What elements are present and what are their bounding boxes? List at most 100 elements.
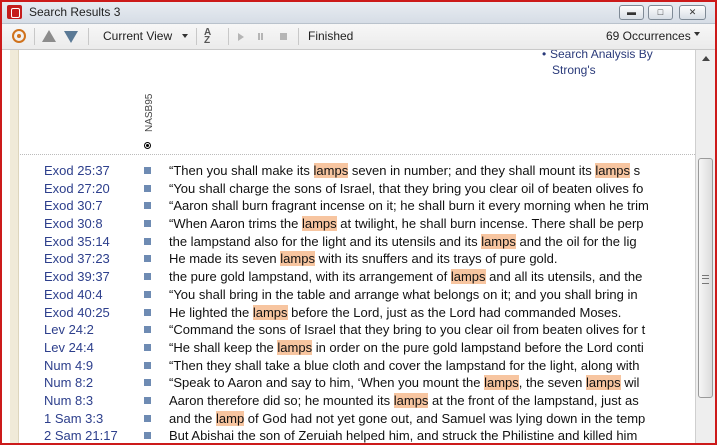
search-hit: lamps	[313, 163, 349, 178]
vertical-scrollbar[interactable]	[695, 50, 715, 443]
result-row[interactable]: Exod 30:8 “When Aaron trims the lamps at …	[2, 215, 695, 233]
verse-text[interactable]: “Then they shall take a blue cloth and c…	[169, 357, 639, 375]
verse-reference[interactable]: Exod 35:14	[44, 233, 110, 251]
verse-text[interactable]: and the lamp of God had not yet gone out…	[169, 410, 645, 428]
verse-text[interactable]: “Aaron shall burn fragrant incense on it…	[169, 197, 649, 215]
version-marker-icon	[144, 432, 151, 440]
result-row[interactable]: Exod 40:4 “You shall bring in the table a…	[2, 286, 695, 304]
verse-reference[interactable]: Exod 40:25	[44, 304, 110, 322]
result-row[interactable]: Exod 40:25 He lighted the lamps before th…	[2, 304, 695, 322]
search-hit: lamps	[277, 339, 313, 355]
version-marker-icon	[144, 273, 151, 281]
version-marker-icon	[144, 184, 151, 192]
verse-text[interactable]: the pure gold lampstand, with its arrang…	[169, 268, 642, 286]
verse-text[interactable]: “He shall keep the lamps in order on the…	[169, 339, 644, 357]
verse-reference[interactable]: Lev 24:4	[44, 339, 94, 357]
maximize-button[interactable]: □	[648, 5, 673, 20]
verse-text[interactable]: “When Aaron trims the lamps at twilight,…	[169, 215, 644, 233]
result-row[interactable]: Num 8:2 “Speak to Aaron and say to him, ‘…	[2, 374, 695, 392]
verse-segment: He made its seven	[169, 251, 281, 267]
verse-text[interactable]: He made its seven lamps with its snuffer…	[169, 250, 558, 268]
version-marker-icon	[144, 167, 151, 174]
verse-reference[interactable]: Exod 40:4	[44, 286, 103, 304]
verse-segment: in order on the pure gold lampstand befo…	[312, 339, 644, 355]
arrow-up-icon[interactable]	[42, 30, 56, 42]
search-hit: lamps	[585, 375, 621, 391]
verse-reference[interactable]: Num 4:9	[44, 357, 93, 375]
result-row[interactable]: Exod 25:37 “Then you shall make its lamps…	[2, 162, 695, 180]
verse-segment: wil	[620, 375, 640, 391]
result-row[interactable]: Lev 24:4 “He shall keep the lamps in orde…	[2, 339, 695, 357]
verse-text[interactable]: Aaron therefore did so; he mounted its l…	[169, 392, 639, 410]
bullet-icon: •	[542, 50, 547, 61]
version-column-header[interactable]: NASB95	[144, 94, 155, 132]
gear-icon[interactable]	[12, 29, 26, 43]
verse-reference[interactable]: 2 Sam 21:17	[44, 427, 118, 443]
result-row[interactable]: Lev 24:2 “Command the sons of Israel that…	[2, 321, 695, 339]
verse-text[interactable]: the lampstand also for the light and its…	[169, 233, 637, 251]
version-marker-icon	[144, 308, 151, 316]
result-row[interactable]: Num 4:9 “Then they shall take a blue clot…	[2, 357, 695, 375]
title-bar[interactable]: Search Results 3 ▬ □ ✕	[2, 2, 715, 24]
scrollbar-thumb[interactable]	[698, 158, 713, 398]
search-hit: lamp	[216, 410, 245, 426]
verse-segment: of God had not yet gone out, and Samuel …	[244, 410, 646, 426]
play-icon[interactable]	[238, 33, 244, 41]
version-marker-icon	[144, 255, 151, 263]
result-row[interactable]: Exod 30:7 “Aaron shall burn fragrant ince…	[2, 197, 695, 215]
toolbar-divider	[88, 28, 89, 45]
verse-text[interactable]: “Command the sons of Israel that they br…	[169, 321, 645, 339]
current-view-dropdown[interactable]: Current View	[103, 28, 172, 45]
verse-segment: He lighted the	[169, 304, 253, 320]
verse-segment: the pure gold lampstand, with its arrang…	[169, 269, 451, 285]
sort-az-icon[interactable]: A Z	[204, 28, 218, 46]
verse-reference[interactable]: Lev 24:2	[44, 321, 94, 339]
chevron-down-icon[interactable]	[694, 32, 700, 36]
result-row[interactable]: Exod 37:23 He made its seven lamps with i…	[2, 250, 695, 268]
verse-text[interactable]: “Speak to Aaron and say to him, ‘When yo…	[169, 374, 639, 392]
chevron-down-icon[interactable]	[182, 34, 188, 38]
verse-segment: “Aaron shall burn fragrant incense on it…	[169, 198, 649, 214]
verse-reference[interactable]: Exod 30:8	[44, 215, 103, 233]
results-pane: • Search Analysis By Strong's NASB95 Exod…	[2, 50, 695, 443]
result-row[interactable]: Exod 39:37 the pure gold lampstand, with …	[2, 268, 695, 286]
verse-text[interactable]: He lighted the lamps before the Lord, ju…	[169, 304, 621, 322]
verse-segment: , the seven	[518, 375, 586, 391]
close-button[interactable]: ✕	[679, 5, 706, 20]
result-row[interactable]: Num 8:3 Aaron therefore did so; he mounte…	[2, 392, 695, 410]
result-row[interactable]: Exod 35:14 the lampstand also for the lig…	[2, 233, 695, 251]
verse-reference[interactable]: Exod 30:7	[44, 197, 103, 215]
radio-icon[interactable]	[144, 142, 151, 149]
verse-reference[interactable]: Exod 37:23	[44, 250, 110, 268]
result-row[interactable]: 2 Sam 21:17 But Abishai the son of Zeruia…	[2, 427, 695, 443]
verse-segment: at twilight, he shall burn incense. Ther…	[336, 216, 644, 232]
verse-text[interactable]: But Abishai the son of Zeruiah helped hi…	[169, 427, 637, 443]
minimize-button[interactable]: ▬	[619, 5, 644, 20]
result-row[interactable]: 1 Sam 3:3 and the lamp of God had not yet…	[2, 410, 695, 428]
verse-reference[interactable]: Num 8:2	[44, 374, 93, 392]
result-row[interactable]: Exod 27:20 “You shall charge the sons of …	[2, 180, 695, 198]
verse-reference[interactable]: Exod 39:37	[44, 268, 110, 286]
verse-text[interactable]: “You shall bring in the table and arrang…	[169, 286, 638, 304]
verse-reference[interactable]: Exod 27:20	[44, 180, 110, 198]
toolbar-divider	[196, 28, 197, 45]
search-hit: lamps	[481, 233, 516, 249]
search-hit: lamps	[484, 375, 519, 391]
search-hit: lamps	[450, 269, 486, 285]
verse-reference[interactable]: Exod 25:37	[44, 162, 110, 180]
verse-reference[interactable]: 1 Sam 3:3	[44, 410, 103, 428]
scroll-up-icon[interactable]	[702, 56, 710, 61]
verse-text[interactable]: “You shall charge the sons of Israel, th…	[169, 180, 643, 198]
pause-icon[interactable]	[258, 33, 263, 40]
arrow-down-icon[interactable]	[64, 31, 78, 43]
version-marker-icon	[144, 379, 151, 387]
verse-text[interactable]: “Then you shall make its lamps seven in …	[169, 162, 640, 180]
strongs-analysis-link[interactable]: • Search Analysis By Strong's	[542, 50, 695, 78]
stop-icon[interactable]	[280, 33, 287, 40]
version-marker-icon	[144, 290, 151, 298]
verse-segment: with its snuffers and its trays of pure …	[314, 251, 558, 267]
verse-segment: “Command the sons of Israel that they br…	[169, 322, 646, 338]
verse-segment: “Speak to Aaron and say to him, ‘When yo…	[169, 375, 485, 391]
logos-app-icon	[7, 5, 22, 19]
verse-reference[interactable]: Num 8:3	[44, 392, 93, 410]
